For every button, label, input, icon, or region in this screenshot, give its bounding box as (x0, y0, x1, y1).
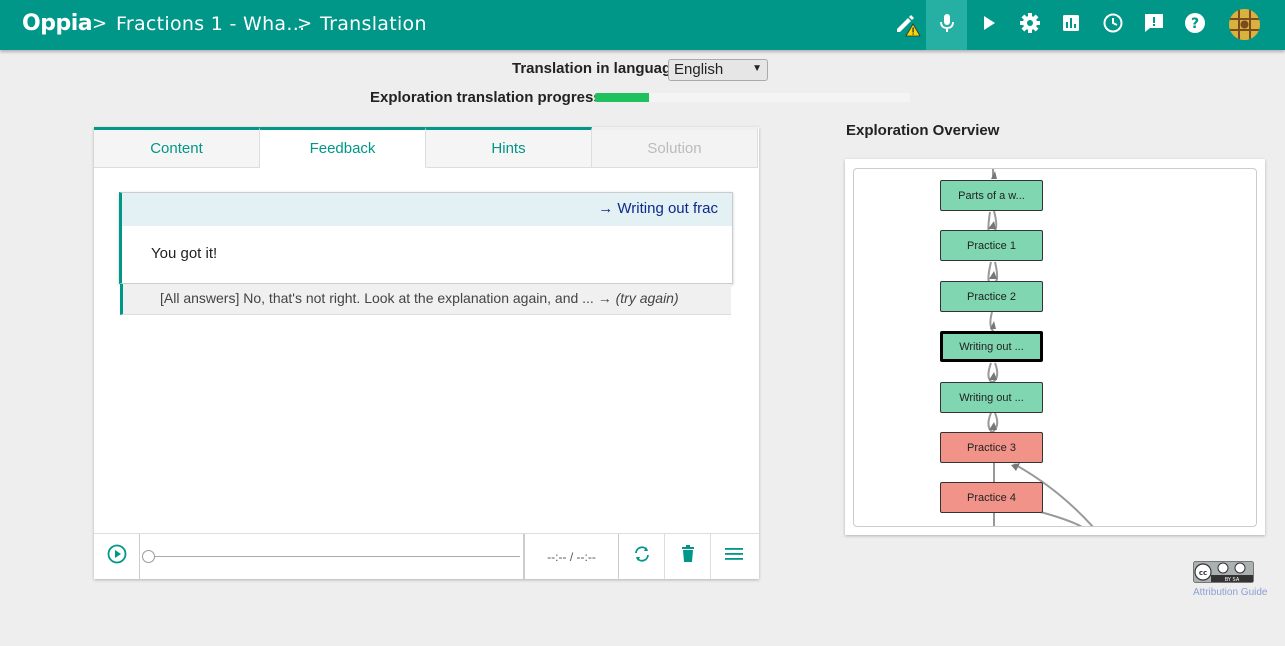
tab-feedback[interactable]: Feedback (260, 127, 426, 168)
selected-language: English (674, 61, 724, 78)
feedback-icon (1143, 12, 1165, 39)
state-node[interactable]: Practice 2 (940, 281, 1043, 312)
history-clock-icon (1102, 12, 1124, 39)
feedback-try-again: (try again) (615, 290, 679, 306)
tab-solution: Solution (592, 127, 758, 168)
user-avatar[interactable] (1229, 9, 1260, 40)
bar-chart-icon (1061, 13, 1081, 38)
attribution-guide-link[interactable]: Attribution Guide (1193, 587, 1268, 598)
state-node[interactable]: Parts of a w... (940, 180, 1043, 211)
chevron-down-icon: ▼ (752, 63, 762, 74)
svg-text:cc: cc (1199, 569, 1207, 577)
breadcrumb-exploration-title[interactable]: Fractions 1 - Wha... (116, 13, 305, 35)
audio-rerecord-button[interactable] (619, 534, 665, 579)
state-node[interactable]: Practice 3 (940, 432, 1043, 463)
play-icon (981, 14, 997, 37)
feedback-destination-header[interactable]: → Writing out frac (122, 193, 732, 226)
cc-license-text: BY SA (1225, 577, 1240, 583)
audio-play-button[interactable] (94, 534, 140, 579)
pencil-warning-icon (891, 8, 921, 43)
audio-seek-line (150, 556, 520, 557)
feedback-default-text: [All answers] No, that's not right. Look… (160, 290, 612, 306)
state-graph-edges (987, 169, 1094, 526)
history-button[interactable] (1092, 0, 1133, 50)
feedback-item-expanded[interactable]: → Writing out frac You got it! (119, 192, 733, 284)
trash-icon (680, 545, 696, 568)
settings-button[interactable] (1009, 0, 1050, 50)
state-node-current[interactable]: Writing out ... (940, 331, 1043, 362)
state-graph[interactable]: Parts of a w... Practice 1 Practice 2 Wr… (853, 168, 1257, 527)
state-node[interactable]: Practice 1 (940, 230, 1043, 261)
audio-delete-button[interactable] (665, 534, 711, 579)
gear-icon (1019, 12, 1041, 39)
creative-commons-badge[interactable]: cc BY SA (1193, 561, 1254, 583)
state-node[interactable]: Writing out ... (940, 382, 1043, 413)
refresh-icon (632, 544, 652, 569)
translation-editor-card: Content Feedback Hints Solution → Writin… (94, 127, 759, 579)
translation-tab-button[interactable] (926, 0, 967, 50)
feedback-item-collapsed[interactable]: [All answers] No, that's not right. Look… (120, 284, 731, 315)
audio-menu-button[interactable] (711, 534, 757, 579)
help-icon: ? (1184, 12, 1206, 39)
translation-language-select[interactable]: English ▼ (668, 59, 768, 81)
tab-hints[interactable]: Hints (426, 127, 592, 168)
statistics-button[interactable] (1050, 0, 1091, 50)
translation-progress-label: Exploration translation progress: (370, 89, 607, 106)
feedback-button[interactable] (1133, 0, 1174, 50)
breadcrumb-separator: > (92, 13, 108, 34)
help-button[interactable]: ? (1174, 0, 1215, 50)
translation-progress-bar (595, 93, 910, 102)
oppia-logo[interactable]: Oppia (22, 11, 93, 36)
exploration-overview-title: Exploration Overview (846, 122, 1000, 139)
breadcrumb-separator: > (297, 13, 313, 34)
translation-language-label: Translation in language: (512, 60, 685, 77)
svg-text:?: ? (1190, 16, 1198, 32)
feedback-text: You got it! (151, 245, 218, 262)
edit-warning-button[interactable] (885, 0, 926, 50)
play-circle-icon (107, 544, 127, 569)
tab-content[interactable]: Content (94, 127, 260, 168)
translation-progress-fill (595, 93, 649, 102)
audio-seek-knob[interactable] (142, 550, 155, 563)
top-navbar: Oppia > Fractions 1 - Wha... > Translati… (0, 0, 1285, 50)
hamburger-menu-icon (724, 546, 744, 567)
state-node[interactable]: Practice 4 (940, 482, 1043, 513)
exploration-overview-card: Parts of a w... Practice 1 Practice 2 Wr… (845, 159, 1265, 535)
preview-button[interactable] (968, 0, 1009, 50)
audio-time-display: --:-- / --:-- (525, 534, 619, 579)
microphone-icon (937, 12, 957, 39)
audio-seek-track[interactable] (140, 534, 525, 579)
translation-tabs: Content Feedback Hints Solution (94, 127, 759, 168)
audio-player-bar: --:-- / --:-- (94, 533, 759, 579)
breadcrumb-current-page: Translation (320, 13, 427, 35)
